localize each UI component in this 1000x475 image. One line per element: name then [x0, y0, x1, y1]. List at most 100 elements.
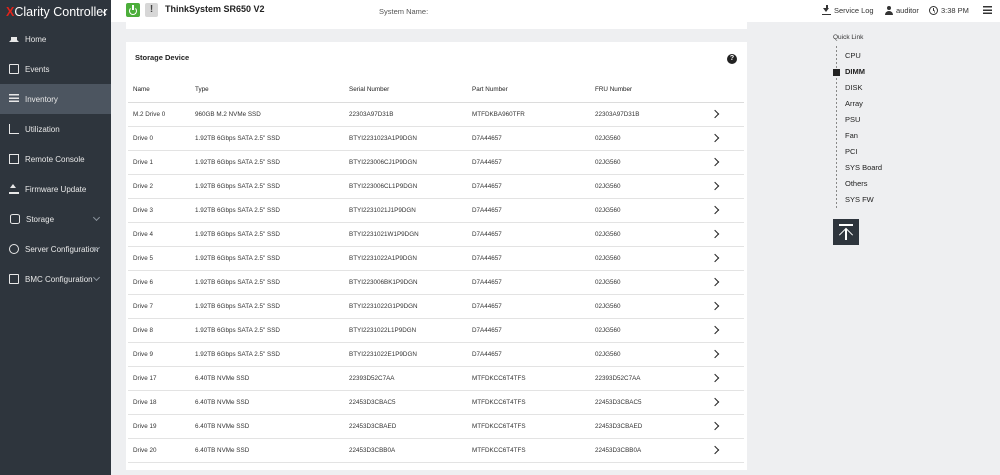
chevron-right-icon[interactable] — [710, 109, 720, 118]
arrow-up-icon — [838, 227, 854, 242]
chevron-right-icon[interactable] — [710, 445, 720, 454]
sidebar-item-label: Home — [25, 34, 47, 44]
firmware-update-icon — [9, 184, 19, 194]
row-detail-cell — [704, 438, 744, 463]
table-cell: Drive 2 — [128, 174, 190, 199]
table-row[interactable]: Drive 0 1.92TB 6Gbps SATA 2.5" SSD BTYI223… — [128, 126, 744, 151]
chevron-right-icon[interactable] — [710, 349, 720, 358]
quick-link-item[interactable]: Others — [845, 179, 868, 188]
chevron-right-icon[interactable] — [710, 421, 720, 430]
table-cell: BTYI2231022E1P9DGN — [344, 342, 467, 367]
chevron-right-icon[interactable] — [710, 277, 720, 286]
table-cell: Drive 4 — [128, 222, 190, 247]
table-row[interactable]: Drive 3 1.92TB 6Gbps SATA 2.5" SSD BTYI223… — [128, 198, 744, 223]
table-cell: 960GB M.2 NVMe SSD — [190, 102, 344, 127]
table-row[interactable]: Drive 8 1.92TB 6Gbps SATA 2.5" SSD BTYI223… — [128, 318, 744, 343]
table-row[interactable]: Drive 19 6.40TB NVMe SSD 22453D3CBAED MTFDK… — [128, 414, 744, 439]
table-row[interactable]: Drive 2 1.92TB 6Gbps SATA 2.5" SSD BTYI223… — [128, 174, 744, 199]
back-to-top-button[interactable] — [833, 219, 859, 245]
table-cell: BTYI2231021W1P9DGN — [344, 222, 467, 247]
row-detail-cell — [704, 222, 744, 247]
row-detail-cell — [704, 342, 744, 367]
chevron-right-icon[interactable] — [710, 133, 720, 142]
table-cell: Drive 18 — [128, 390, 190, 415]
table-cell: BTYI223006BK1P9DGN — [344, 270, 467, 295]
quick-link-item[interactable]: SYS FW — [845, 195, 874, 204]
chevron-right-icon[interactable] — [710, 253, 720, 262]
sidebar-item-server-configuration[interactable]: Server Configuration — [0, 234, 111, 264]
sidebar-item-label: BMC Configuration — [25, 274, 93, 284]
table-row[interactable]: Drive 18 6.40TB NVMe SSD 22453D3CBAC5 MTFDK… — [128, 390, 744, 415]
chevron-right-icon[interactable] — [710, 325, 720, 334]
table-cell: D7A44657 — [467, 198, 590, 223]
quick-link-item[interactable]: DISK — [845, 83, 863, 92]
table-row[interactable]: Drive 5 1.92TB 6Gbps SATA 2.5" SSD BTYI223… — [128, 246, 744, 271]
table-cell: Drive 0 — [128, 126, 190, 151]
table-row[interactable]: Drive 1 1.92TB 6Gbps SATA 2.5" SSD BTYI223… — [128, 150, 744, 175]
power-icon[interactable] — [126, 3, 140, 17]
table-row[interactable]: Drive 7 1.92TB 6Gbps SATA 2.5" SSD BTYI223… — [128, 294, 744, 319]
clock-icon — [929, 6, 938, 15]
table-cell: 1.92TB 6Gbps SATA 2.5" SSD — [190, 294, 344, 319]
quick-link-item[interactable]: Fan — [845, 131, 858, 140]
table-cell: 1.92TB 6Gbps SATA 2.5" SSD — [190, 174, 344, 199]
quick-link-item[interactable]: PCI — [845, 147, 858, 156]
table-cell: 1.92TB 6Gbps SATA 2.5" SSD — [190, 342, 344, 367]
chevron-right-icon[interactable] — [710, 229, 720, 238]
sidebar-item-events[interactable]: Events — [0, 54, 111, 84]
quick-link-item[interactable]: PSU — [845, 115, 860, 124]
sidebar-item-inventory[interactable]: Inventory — [0, 84, 111, 114]
sidebar-item-bmc-configuration[interactable]: BMC Configuration — [0, 264, 111, 294]
home-icon — [9, 32, 19, 42]
quick-link-item[interactable]: CPU — [845, 51, 861, 60]
brand-logo: X Clarity Controller ‹ — [0, 0, 111, 24]
sidebar-item-label: Inventory — [25, 94, 58, 104]
table-cell: 02JG560 — [590, 270, 704, 295]
service-log-label: Service Log — [834, 6, 874, 15]
table-cell: 1.92TB 6Gbps SATA 2.5" SSD — [190, 246, 344, 271]
table-cell: D7A44657 — [467, 318, 590, 343]
utilization-icon — [9, 124, 19, 134]
chevron-down-icon — [92, 273, 101, 282]
column-header: Serial Number — [344, 78, 467, 103]
menu-icon[interactable] — [983, 6, 992, 14]
table-cell: M.2 Drive 0 — [128, 102, 190, 127]
column-header: FRU Number — [590, 78, 704, 103]
chevron-right-icon[interactable] — [710, 301, 720, 310]
sidebar-item-firmware-update[interactable]: Firmware Update — [0, 174, 111, 204]
table-row[interactable]: Drive 17 6.40TB NVMe SSD 22393D52C7AA MTFDK… — [128, 366, 744, 391]
chevron-right-icon[interactable] — [710, 397, 720, 406]
chevron-right-icon[interactable] — [710, 157, 720, 166]
help-icon[interactable]: ? — [727, 54, 737, 64]
row-detail-cell — [704, 174, 744, 199]
table-row[interactable]: Drive 9 1.92TB 6Gbps SATA 2.5" SSD BTYI223… — [128, 342, 744, 367]
table-row[interactable]: Drive 6 1.92TB 6Gbps SATA 2.5" SSD BTYI223… — [128, 270, 744, 295]
table-cell: Drive 8 — [128, 318, 190, 343]
chevron-right-icon[interactable] — [710, 205, 720, 214]
clock: 3:38 PM — [929, 6, 969, 15]
table-row[interactable]: Drive 4 1.92TB 6Gbps SATA 2.5" SSD BTYI223… — [128, 222, 744, 247]
quick-link-item[interactable]: Array — [845, 99, 863, 108]
table-cell: Drive 9 — [128, 342, 190, 367]
chevron-right-icon[interactable] — [710, 373, 720, 382]
table-cell: 02JG560 — [590, 150, 704, 175]
sidebar-item-home[interactable]: Home — [0, 24, 111, 54]
row-detail-cell — [704, 294, 744, 319]
collapse-sidebar-icon[interactable]: ‹ — [103, 4, 107, 19]
sidebar-item-storage[interactable]: Storage — [0, 204, 111, 234]
quick-link-item[interactable]: DIMM — [845, 67, 865, 76]
quick-link-item[interactable]: SYS Board — [845, 163, 882, 172]
chevron-right-icon[interactable] — [710, 181, 720, 190]
sidebar: X Clarity Controller ‹ Home Events Invent… — [0, 0, 111, 475]
table-row[interactable]: Drive 20 6.40TB NVMe SSD 22453D3CBB0A MTFDK… — [128, 438, 744, 463]
row-detail-cell — [704, 150, 744, 175]
table-cell: 02JG560 — [590, 174, 704, 199]
column-header: Type — [190, 78, 344, 103]
sidebar-item-utilization[interactable]: Utilization — [0, 114, 111, 144]
service-log-link[interactable]: Service Log — [822, 5, 874, 15]
sidebar-item-remote-console[interactable]: Remote Console — [0, 144, 111, 174]
table-cell: 22453D3CBAC5 — [590, 390, 704, 415]
table-row[interactable]: M.2 Drive 0 960GB M.2 NVMe SSD 22303A97D31… — [128, 102, 744, 127]
user-menu[interactable]: auditor — [884, 6, 919, 15]
warning-icon[interactable]: ! — [145, 3, 158, 17]
